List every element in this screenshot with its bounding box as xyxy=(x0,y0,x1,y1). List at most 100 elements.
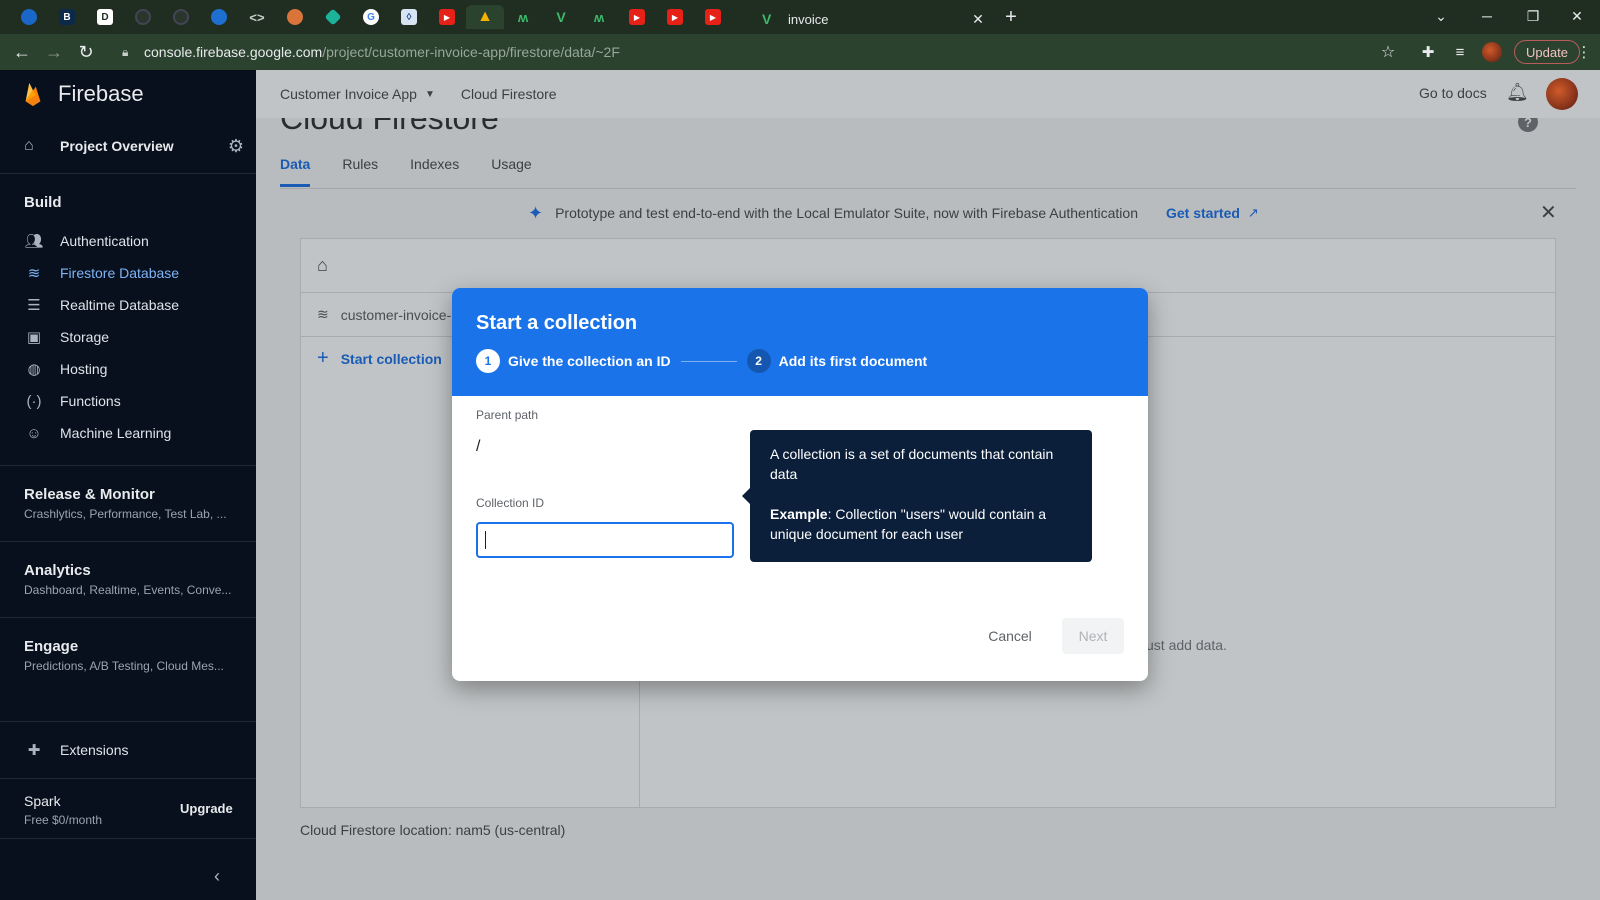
firebase-wordmark: Firebase xyxy=(58,81,144,106)
youtube-favicon-icon: ▶ xyxy=(705,9,721,25)
bookmark-star-icon[interactable]: ☆ xyxy=(1372,36,1404,68)
get-started-link[interactable]: Get started xyxy=(1166,205,1240,221)
reload-icon[interactable]: ↻ xyxy=(70,36,102,68)
gear-icon[interactable]: ⚙ xyxy=(228,136,244,157)
tab-indexes[interactable]: Indexes xyxy=(410,156,459,187)
dialog-title: Start a collection xyxy=(476,312,638,334)
tab-search-icon[interactable]: ⌄ xyxy=(1418,0,1464,32)
release-monitor-section[interactable]: Release & Monitor Crashlytics, Performan… xyxy=(0,466,256,542)
firestore-location: Cloud Firestore location: nam5 (us-centr… xyxy=(300,822,566,838)
sidebar-item-label: Hosting xyxy=(60,361,108,377)
tab-favicon[interactable] xyxy=(200,5,238,29)
sidebar-item-authentication[interactable]: 👥︎ Authentication xyxy=(0,225,256,257)
tab-favicon[interactable]: ▲ xyxy=(466,5,504,29)
sidebar-item-hosting[interactable]: ◍ Hosting xyxy=(0,353,256,385)
minimize-icon[interactable]: ─ xyxy=(1464,0,1510,32)
lock-icon: 🔒︎ xyxy=(122,44,129,59)
sidebar-item-label: Extensions xyxy=(60,742,129,758)
tab-favicon[interactable]: ▶ xyxy=(656,5,694,29)
tooltip-example-bold: Example xyxy=(770,506,828,522)
extensions-section: ✚ Extensions xyxy=(0,722,256,779)
project-selector[interactable]: Customer Invoice App ▼ xyxy=(280,86,435,102)
diamond-favicon-icon xyxy=(324,8,342,26)
tab-favicon[interactable]: G xyxy=(352,5,390,29)
sidebar-item-label: Storage xyxy=(60,329,110,345)
back-icon[interactable]: ← xyxy=(6,36,38,68)
tab-favicon[interactable]: ▶ xyxy=(694,5,732,29)
tooltip-definition: A collection is a set of documents that … xyxy=(770,446,1054,482)
github-favicon-icon xyxy=(173,9,189,25)
close-banner-icon[interactable]: ✕ xyxy=(1540,200,1557,225)
robot-icon: ☺ xyxy=(26,424,42,442)
tab-favicon[interactable]: <> xyxy=(238,5,276,29)
go-to-docs-link[interactable]: Go to docs xyxy=(1419,85,1487,101)
browser-tabstrip: B D <> G ◊ ▶ ▲ ʍ V ʍ ▶ ▶ ▶ V invoice ✕ +… xyxy=(0,0,1600,34)
breadcrumb[interactable]: Cloud Firestore xyxy=(461,86,557,102)
tab-rules[interactable]: Rules xyxy=(342,156,378,187)
next-button[interactable]: Next xyxy=(1062,618,1124,654)
tab-data[interactable]: Data xyxy=(280,156,311,187)
collection-id-input[interactable] xyxy=(476,522,734,558)
edge-favicon-icon xyxy=(211,9,227,25)
sparkle-icon: ✦ xyxy=(528,202,544,223)
tab-favicon[interactable]: ʍ xyxy=(580,5,618,29)
upgrade-button[interactable]: Upgrade xyxy=(180,801,233,816)
section-title: Release & Monitor xyxy=(24,486,155,503)
firebase-brand[interactable]: Firebase xyxy=(0,70,256,118)
close-tab-icon[interactable]: ✕ xyxy=(966,11,990,28)
github-favicon-icon xyxy=(135,9,151,25)
text-cursor xyxy=(485,531,486,549)
sidebar-item-machine-learning[interactable]: ☺ Machine Learning xyxy=(0,417,256,449)
emulator-banner: ✦ Prototype and test end-to-end with the… xyxy=(528,200,1259,226)
address-bar[interactable]: 🔒︎ console.firebase.google.com/project/c… xyxy=(112,37,1406,67)
tab-favicon[interactable] xyxy=(276,5,314,29)
sidebar-item-firestore-database[interactable]: ≋ Firestore Database xyxy=(0,257,256,289)
new-tab-icon[interactable]: + xyxy=(992,5,1030,29)
start-collection-button[interactable]: + Start collection xyxy=(317,347,442,370)
bell-icon[interactable]: 🔔︎ xyxy=(1506,82,1529,103)
home-icon[interactable]: ⌂ xyxy=(317,255,328,276)
v-favicon-icon: V xyxy=(556,9,566,25)
avatar[interactable] xyxy=(1546,78,1578,110)
tab-favicon[interactable]: ʍ xyxy=(504,5,542,29)
restore-icon[interactable]: ❐ xyxy=(1510,0,1556,32)
start-collection-dialog: Start a collection 1 Give the collection… xyxy=(452,288,1148,681)
analytics-section[interactable]: Analytics Dashboard, Realtime, Events, C… xyxy=(0,542,256,618)
sidebar-item-extensions[interactable]: ✚ Extensions xyxy=(0,734,256,766)
collapse-sidebar-icon[interactable]: ‹ xyxy=(214,866,220,887)
sidebar-item-functions[interactable]: (·) Functions xyxy=(0,385,256,417)
tab-favicon[interactable]: ◊ xyxy=(390,5,428,29)
step-2-badge: 2 xyxy=(746,349,771,373)
build-heading[interactable]: Build xyxy=(0,194,256,211)
tab-favicon[interactable]: D xyxy=(86,5,124,29)
media-queue-icon[interactable]: ≡ xyxy=(1444,36,1476,68)
collection-crumb[interactable]: customer-invoice- xyxy=(341,307,451,323)
close-window-icon[interactable]: ✕ xyxy=(1554,0,1600,32)
tab-favicon[interactable] xyxy=(314,5,352,29)
tab-favicon[interactable] xyxy=(162,5,200,29)
engage-section[interactable]: Engage Predictions, A/B Testing, Cloud M… xyxy=(0,618,256,722)
profile-avatar[interactable] xyxy=(1482,42,1502,62)
project-overview-link[interactable]: ⌂ Project Overview ⚙ xyxy=(0,118,256,174)
tab-favicon[interactable]: ▶ xyxy=(618,5,656,29)
sidebar-item-label: Authentication xyxy=(60,233,149,249)
sidebar-item-storage[interactable]: ▣ Storage xyxy=(0,321,256,353)
tab-favicon[interactable]: V xyxy=(542,5,580,29)
browser-menu-icon[interactable]: ⋮ xyxy=(1572,36,1596,68)
tab-usage[interactable]: Usage xyxy=(491,156,531,187)
tab-favicon[interactable]: ▶ xyxy=(428,5,466,29)
cancel-button[interactable]: Cancel xyxy=(978,618,1042,654)
update-button[interactable]: Update xyxy=(1514,40,1580,64)
tab-favicon[interactable] xyxy=(10,5,48,29)
tab-favicon[interactable] xyxy=(124,5,162,29)
extensions-icon[interactable]: ✚ xyxy=(1412,36,1444,68)
forward-icon[interactable]: → xyxy=(38,36,70,68)
tab-favicon[interactable]: B xyxy=(48,5,86,29)
m-favicon-icon: ʍ xyxy=(517,9,529,25)
sidebar-item-realtime-database[interactable]: ☰ Realtime Database xyxy=(0,289,256,321)
globe-icon: ◍ xyxy=(27,361,41,378)
sidebar-item-label: Functions xyxy=(60,393,121,409)
active-tab[interactable]: V invoice ✕ xyxy=(752,4,990,34)
step-1-label: Give the collection an ID xyxy=(508,353,671,369)
firestore-icon: ≋ xyxy=(317,306,329,322)
